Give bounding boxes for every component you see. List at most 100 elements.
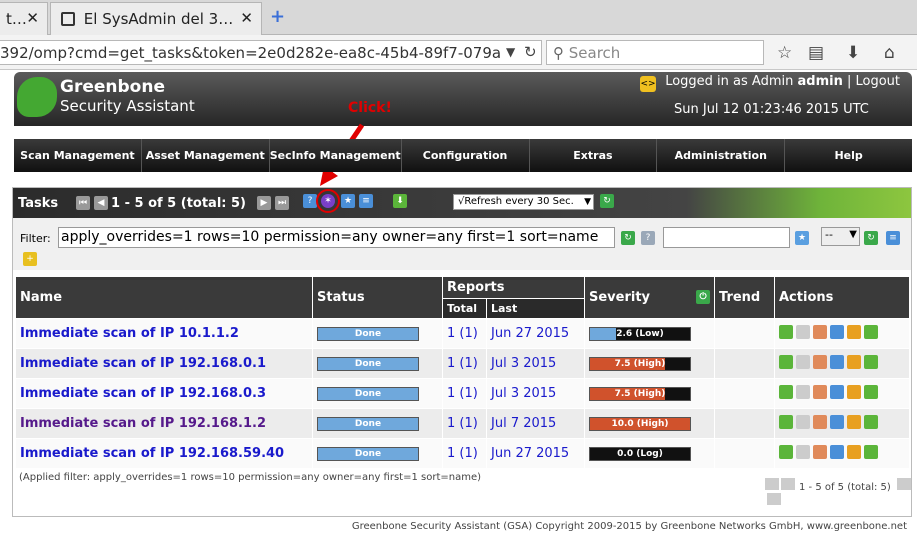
menu-scan-management[interactable]: Scan Management bbox=[14, 139, 142, 172]
main-menu: Scan Management Asset Management SecInfo… bbox=[14, 139, 912, 172]
dropdown-arrow-icon[interactable]: ▼ bbox=[506, 45, 515, 59]
close-icon[interactable]: ✕ bbox=[26, 9, 39, 27]
first-page-icon[interactable]: ⏮ bbox=[76, 196, 90, 210]
export-icon[interactable] bbox=[864, 324, 878, 339]
new-filter-icon[interactable]: + bbox=[23, 252, 37, 266]
filter-name-input[interactable] bbox=[663, 227, 790, 248]
bookmark-star-icon[interactable]: ☆ bbox=[777, 43, 792, 63]
task-name-link[interactable]: Immediate scan of IP 192.168.0.1 bbox=[20, 356, 266, 371]
trashcan-icon[interactable] bbox=[813, 414, 827, 429]
edit-icon[interactable] bbox=[830, 444, 844, 459]
edit-icon[interactable] bbox=[830, 324, 844, 339]
task-name-link[interactable]: Immediate scan of IP 192.168.0.3 bbox=[20, 386, 266, 401]
edit-icon[interactable] bbox=[830, 384, 844, 399]
apply-filter-icon[interactable]: ↻ bbox=[621, 231, 635, 245]
export-icon[interactable] bbox=[864, 354, 878, 369]
export-icon[interactable] bbox=[864, 414, 878, 429]
last-page-icon[interactable] bbox=[767, 493, 781, 505]
filter-help-icon[interactable]: ? bbox=[641, 231, 655, 245]
url-field[interactable]: 392/omp?cmd=get_tasks&token=2e0d282e-ea8… bbox=[0, 40, 542, 65]
col-reports-total[interactable]: Total bbox=[443, 299, 486, 318]
reload-icon[interactable]: ↻ bbox=[524, 43, 537, 61]
refresh-icon[interactable]: ↻ bbox=[600, 194, 614, 208]
col-severity[interactable]: Severity ⏻ bbox=[585, 277, 714, 318]
start-icon[interactable] bbox=[779, 324, 793, 339]
start-icon[interactable] bbox=[779, 444, 793, 459]
col-status[interactable]: Status bbox=[313, 277, 442, 318]
last-report-link[interactable]: Jun 27 2015 bbox=[491, 326, 569, 341]
menu-help[interactable]: Help bbox=[785, 139, 912, 172]
previous-page-icon[interactable]: ◀ bbox=[94, 196, 108, 210]
col-reports-last[interactable]: Last bbox=[487, 299, 584, 318]
clone-icon[interactable] bbox=[847, 414, 861, 429]
start-icon[interactable] bbox=[779, 384, 793, 399]
home-icon[interactable]: ⌂ bbox=[884, 43, 895, 63]
task-name-link[interactable]: Immediate scan of IP 10.1.1.2 bbox=[20, 326, 239, 341]
chevron-down-icon: ▼ bbox=[849, 229, 857, 240]
new-task-icon[interactable]: ★ bbox=[341, 194, 355, 208]
start-icon[interactable] bbox=[779, 414, 793, 429]
search-field[interactable]: ⚲ Search bbox=[546, 40, 764, 65]
trashcan-icon[interactable] bbox=[813, 444, 827, 459]
reports-total-link[interactable]: 1 (1) bbox=[447, 446, 478, 461]
filter-select[interactable]: -- ▼ bbox=[821, 227, 860, 246]
clone-icon[interactable] bbox=[847, 354, 861, 369]
last-report-link[interactable]: Jul 3 2015 bbox=[491, 356, 556, 371]
export-icon[interactable] bbox=[864, 444, 878, 459]
trashcan-icon[interactable] bbox=[813, 354, 827, 369]
clone-icon[interactable] bbox=[847, 444, 861, 459]
close-icon[interactable]: ✕ bbox=[240, 9, 253, 27]
reports-last-cell: Jul 7 2015 bbox=[487, 409, 584, 438]
menu-configuration[interactable]: Configuration bbox=[402, 139, 530, 172]
trashcan-icon[interactable] bbox=[813, 324, 827, 339]
menu-extras[interactable]: Extras bbox=[530, 139, 658, 172]
last-report-link[interactable]: Jul 7 2015 bbox=[491, 416, 556, 431]
first-page-icon[interactable] bbox=[765, 478, 779, 490]
new-tab-button[interactable]: + bbox=[270, 6, 285, 27]
last-report-link[interactable]: Jun 27 2015 bbox=[491, 446, 569, 461]
next-page-icon[interactable]: ▶ bbox=[257, 196, 271, 210]
reports-last-cell: Jul 3 2015 bbox=[487, 349, 584, 378]
reading-list-icon[interactable]: ▤ bbox=[808, 43, 824, 63]
menu-administration[interactable]: Administration bbox=[657, 139, 786, 172]
new-task-wizard-icon[interactable]: ✶ bbox=[316, 189, 340, 213]
last-report-link[interactable]: Jul 3 2015 bbox=[491, 386, 556, 401]
last-page-icon[interactable]: ⏭ bbox=[275, 196, 289, 210]
language-icon[interactable]: <> bbox=[640, 76, 656, 92]
resume-icon bbox=[796, 354, 810, 369]
previous-page-icon[interactable] bbox=[781, 478, 795, 490]
reports-total-link[interactable]: 1 (1) bbox=[447, 386, 478, 401]
trashcan-icon[interactable] bbox=[813, 384, 827, 399]
export-download-icon[interactable]: ⬇ bbox=[393, 194, 407, 208]
reports-total-link[interactable]: 1 (1) bbox=[447, 356, 478, 371]
reports-total-link[interactable]: 1 (1) bbox=[447, 326, 478, 341]
power-icon[interactable]: ⏻ bbox=[696, 290, 710, 304]
menu-secinfo-management[interactable]: SecInfo Management bbox=[270, 139, 402, 172]
menu-asset-management[interactable]: Asset Management bbox=[142, 139, 270, 172]
list-icon[interactable]: ≡ bbox=[359, 194, 373, 208]
edit-icon[interactable] bbox=[830, 414, 844, 429]
switch-filter-icon[interactable]: ↻ bbox=[864, 231, 878, 245]
filter-input[interactable]: apply_overrides=1 rows=10 permission=any… bbox=[58, 227, 615, 248]
auto-refresh-select[interactable]: √Refresh every 30 Sec. ▼ bbox=[453, 194, 594, 210]
logout-link[interactable]: Logout bbox=[855, 74, 900, 89]
browser-tab-active[interactable]: t… ✕ bbox=[0, 2, 48, 35]
download-icon[interactable]: ⬇ bbox=[846, 43, 860, 63]
reports-last-cell: Jun 27 2015 bbox=[487, 319, 584, 348]
filter-list-icon[interactable]: ≡ bbox=[886, 231, 900, 245]
export-icon[interactable] bbox=[864, 384, 878, 399]
clone-icon[interactable] bbox=[847, 384, 861, 399]
clone-icon[interactable] bbox=[847, 324, 861, 339]
help-icon[interactable]: ? bbox=[303, 194, 317, 208]
table-row: Immediate scan of IP 192.168.1.2 Done 1 (1… bbox=[16, 409, 909, 438]
save-filter-icon[interactable]: ★ bbox=[795, 231, 809, 245]
filter-select-value: -- bbox=[825, 228, 833, 241]
edit-icon[interactable] bbox=[830, 354, 844, 369]
task-name-link[interactable]: Immediate scan of IP 192.168.1.2 bbox=[20, 416, 266, 431]
reports-total-link[interactable]: 1 (1) bbox=[447, 416, 478, 431]
next-page-icon[interactable] bbox=[896, 478, 911, 490]
task-name-link[interactable]: Immediate scan of IP 192.168.59.40 bbox=[20, 446, 284, 461]
col-name[interactable]: Name bbox=[16, 277, 312, 318]
browser-tab[interactable]: El SysAdmin del 3… ✕ bbox=[50, 2, 262, 35]
start-icon[interactable] bbox=[779, 354, 793, 369]
